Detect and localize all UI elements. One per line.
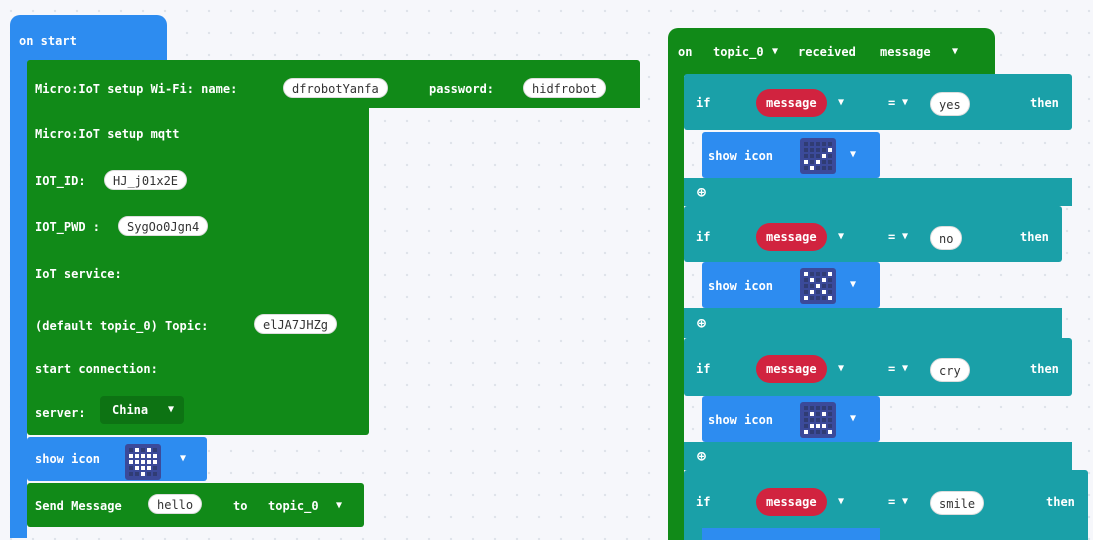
show-icon-label: show icon xyxy=(35,452,101,466)
on-start-label: on start xyxy=(19,34,77,48)
plus-circle-icon[interactable]: ⊕ xyxy=(697,316,706,331)
message-variable[interactable]: message xyxy=(756,488,827,516)
if-block[interactable] xyxy=(684,74,1072,130)
show-icon-label: show icon xyxy=(708,413,774,427)
chevron-down-icon: ▼ xyxy=(902,363,909,374)
chevron-down-icon: ▼ xyxy=(850,149,857,160)
chevron-down-icon: ▼ xyxy=(902,496,909,507)
chevron-down-icon: ▼ xyxy=(838,97,845,108)
wifi-setup-label: Micro:IoT setup Wi-Fi: name: xyxy=(35,82,238,96)
yes-check-icon[interactable] xyxy=(800,138,836,174)
plus-circle-icon[interactable]: ⊕ xyxy=(697,185,706,200)
condition-value-input[interactable]: smile xyxy=(930,491,985,515)
if-label: if xyxy=(696,96,711,110)
on-start-body-left xyxy=(10,60,27,538)
then-label: then xyxy=(1020,230,1049,244)
iot-id-label: IOT_ID: xyxy=(35,174,86,188)
equals-operator[interactable]: = xyxy=(888,495,895,509)
if-block-footer xyxy=(684,442,1072,470)
if-block[interactable] xyxy=(684,338,1072,396)
server-value: China xyxy=(112,403,149,417)
no-x-icon[interactable] xyxy=(800,268,836,304)
chevron-down-icon: ▼ xyxy=(902,97,909,108)
start-connection-label: start connection: xyxy=(35,362,158,376)
if-block[interactable] xyxy=(684,206,1062,262)
chevron-down-icon: ▼ xyxy=(850,413,857,424)
hat-message-param[interactable]: message xyxy=(880,45,931,59)
hat-received-label: received xyxy=(798,45,856,59)
if-block-footer xyxy=(684,308,1062,338)
chevron-down-icon: ▼ xyxy=(180,453,187,464)
chevron-down-icon: ▼ xyxy=(168,404,175,415)
plus-circle-icon[interactable]: ⊕ xyxy=(697,449,706,464)
condition-value-input[interactable]: yes xyxy=(930,92,970,116)
show-icon-block[interactable] xyxy=(702,528,880,540)
on-topic-received-body xyxy=(668,70,684,540)
if-label: if xyxy=(696,495,711,509)
chevron-down-icon: ▼ xyxy=(850,279,857,290)
show-icon-label: show icon xyxy=(708,149,774,163)
iot-service-label: IoT service: xyxy=(35,267,122,281)
server-label: server: xyxy=(35,406,86,420)
send-topic-value[interactable]: topic_0 xyxy=(268,499,319,513)
wifi-ssid-input[interactable]: dfrobotYanfa xyxy=(283,78,388,98)
condition-value-input[interactable]: cry xyxy=(930,358,970,382)
chevron-down-icon: ▼ xyxy=(952,46,959,57)
send-message-input[interactable]: hello xyxy=(148,494,203,514)
chevron-down-icon: ▼ xyxy=(336,500,343,511)
heart-icon[interactable] xyxy=(125,444,161,480)
iot-pwd-input[interactable]: SygOo0Jgn4 xyxy=(118,216,209,236)
topic-label: (default topic_0) Topic: xyxy=(35,319,209,333)
then-label: then xyxy=(1046,495,1075,509)
chevron-down-icon: ▼ xyxy=(838,496,845,507)
mqtt-setup-label: Micro:IoT setup mqtt xyxy=(35,127,180,141)
if-label: if xyxy=(696,230,711,244)
sad-face-icon[interactable] xyxy=(800,402,836,438)
iot-pwd-label: IOT_PWD : xyxy=(35,220,101,234)
equals-operator[interactable]: = xyxy=(888,362,895,376)
then-label: then xyxy=(1030,362,1059,376)
hat-on-label: on xyxy=(678,45,693,59)
if-block-footer xyxy=(684,178,1072,206)
then-label: then xyxy=(1030,96,1059,110)
equals-operator[interactable]: = xyxy=(888,230,895,244)
show-icon-label: show icon xyxy=(708,279,774,293)
chevron-down-icon: ▼ xyxy=(772,46,779,57)
hat-topic-dropdown[interactable]: topic_0 xyxy=(713,45,764,59)
wifi-password-label: password: xyxy=(429,82,495,96)
message-variable[interactable]: message xyxy=(756,355,827,383)
if-label: if xyxy=(696,362,711,376)
topic-input[interactable]: elJA7JHZg xyxy=(254,314,338,334)
wifi-password-input[interactable]: hidfrobot xyxy=(523,78,607,98)
equals-operator[interactable]: = xyxy=(888,96,895,110)
message-variable[interactable]: message xyxy=(756,89,827,117)
chevron-down-icon: ▼ xyxy=(902,231,909,242)
iot-id-input[interactable]: HJ_j01x2E xyxy=(104,170,188,190)
chevron-down-icon: ▼ xyxy=(838,231,845,242)
condition-value-input[interactable]: no xyxy=(930,226,963,250)
chevron-down-icon: ▼ xyxy=(838,363,845,374)
send-message-label: Send Message xyxy=(35,499,122,513)
send-to-label: to xyxy=(233,499,248,513)
message-variable[interactable]: message xyxy=(756,223,827,251)
